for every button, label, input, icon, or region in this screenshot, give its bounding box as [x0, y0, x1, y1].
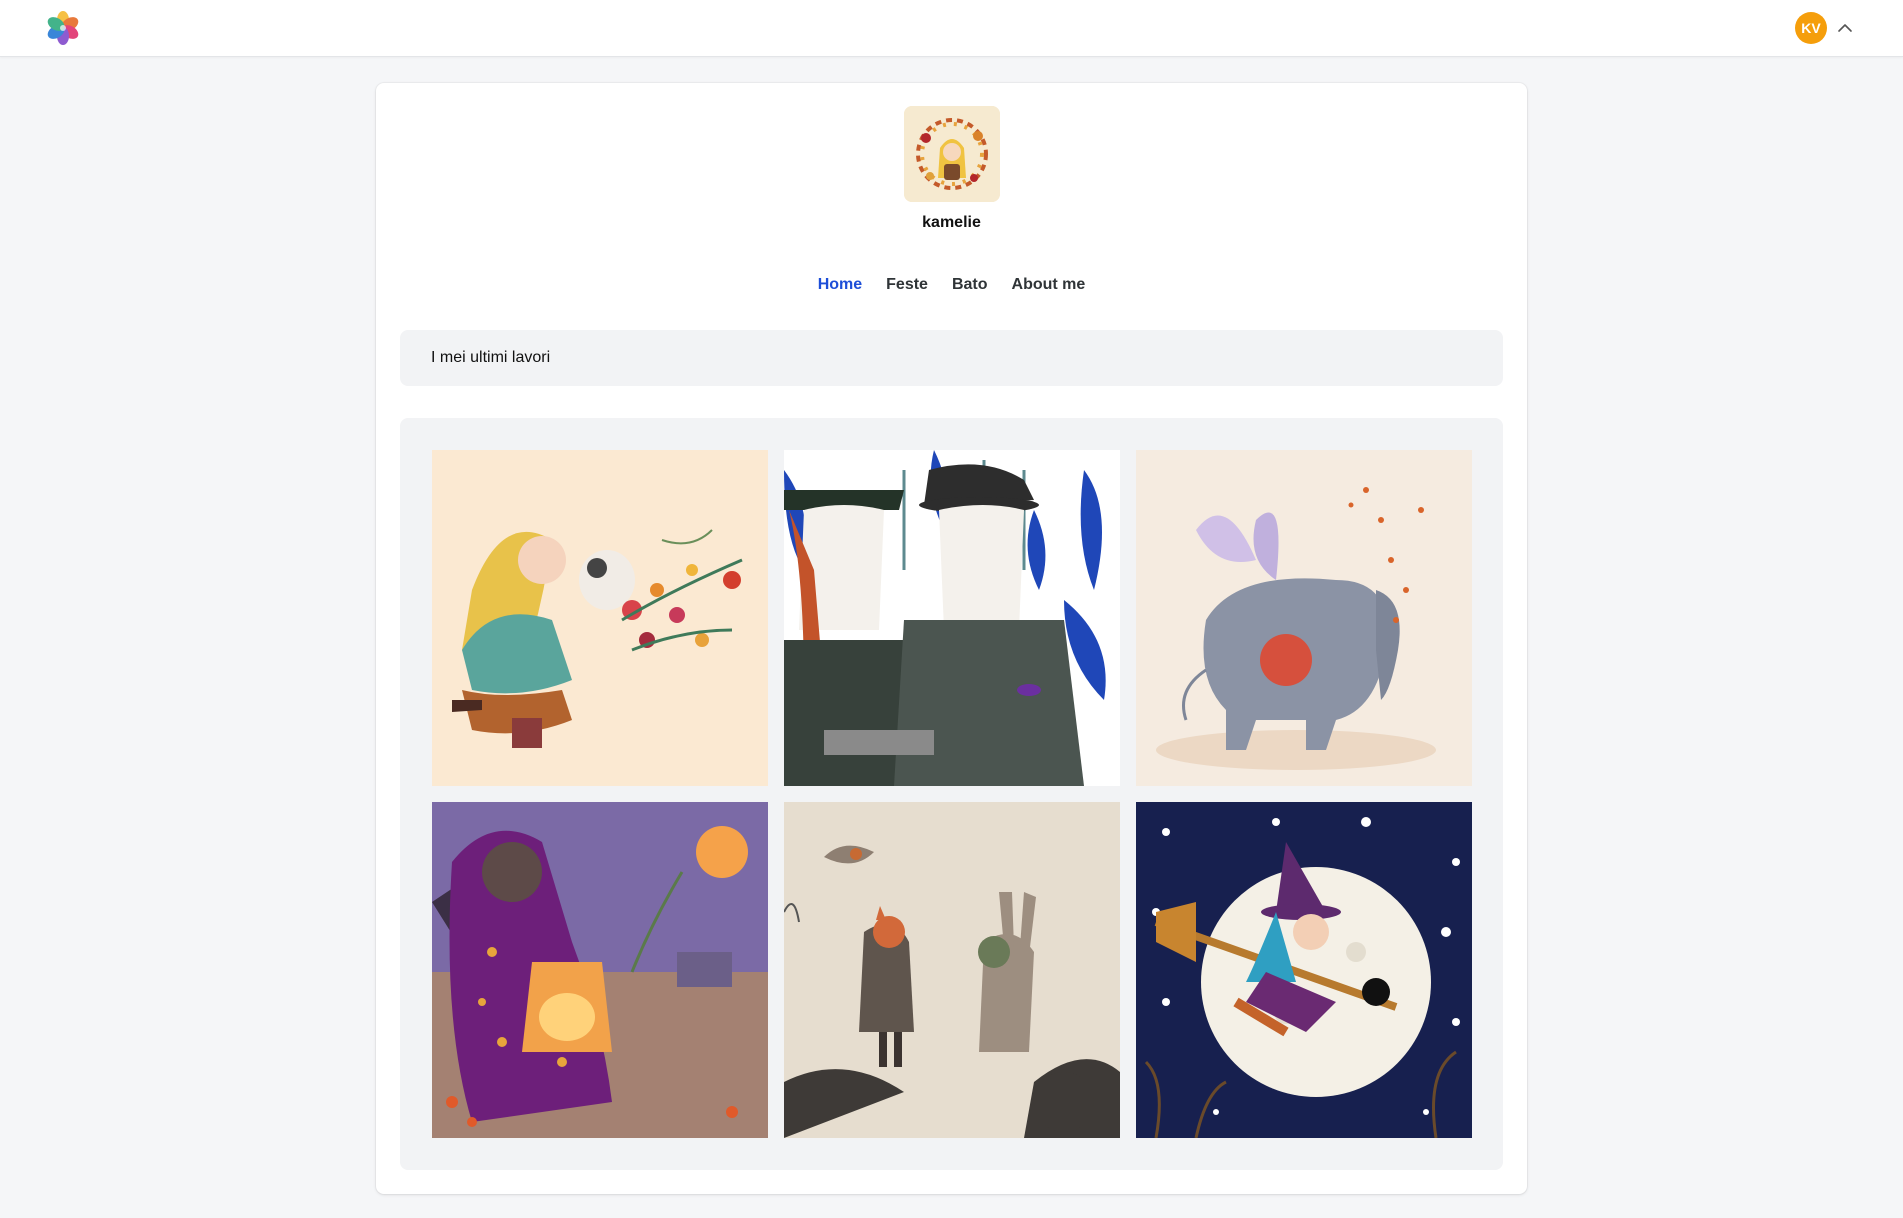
nav-tab-home[interactable]: Home: [818, 276, 862, 294]
gallery-image-two-women-with-hats[interactable]: [784, 450, 1120, 786]
app-logo-flower-icon[interactable]: [46, 11, 80, 45]
section-header: I mei ultimi lavori: [400, 330, 1503, 386]
gallery-image-girl-with-dog[interactable]: [432, 450, 768, 786]
nav-tab-feste[interactable]: Feste: [886, 276, 928, 294]
nav-tab-about-me[interactable]: About me: [1012, 276, 1086, 294]
profile-nav: Home Feste Bato About me: [376, 276, 1527, 294]
image-gallery: [400, 418, 1503, 1170]
gallery-image-witch-on-broom[interactable]: [1136, 802, 1472, 1138]
profile-avatar[interactable]: [904, 106, 1000, 202]
gallery-image-winged-elephant[interactable]: [1136, 450, 1472, 786]
top-bar: KV: [0, 0, 1903, 57]
gallery-image-figure-with-lantern[interactable]: [432, 802, 768, 1138]
section-title: I mei ultimi lavori: [431, 349, 551, 366]
gallery-image-fox-and-rabbit[interactable]: [784, 802, 1120, 1138]
profile-avatar-illustration: [904, 106, 1000, 202]
chevron-up-icon[interactable]: [1836, 19, 1854, 37]
profile-name: kamelie: [922, 214, 981, 231]
profile-card: kamelie Home Feste Bato About me I mei u…: [376, 83, 1527, 1194]
user-avatar[interactable]: KV: [1795, 12, 1827, 44]
nav-tab-bato[interactable]: Bato: [952, 276, 988, 294]
